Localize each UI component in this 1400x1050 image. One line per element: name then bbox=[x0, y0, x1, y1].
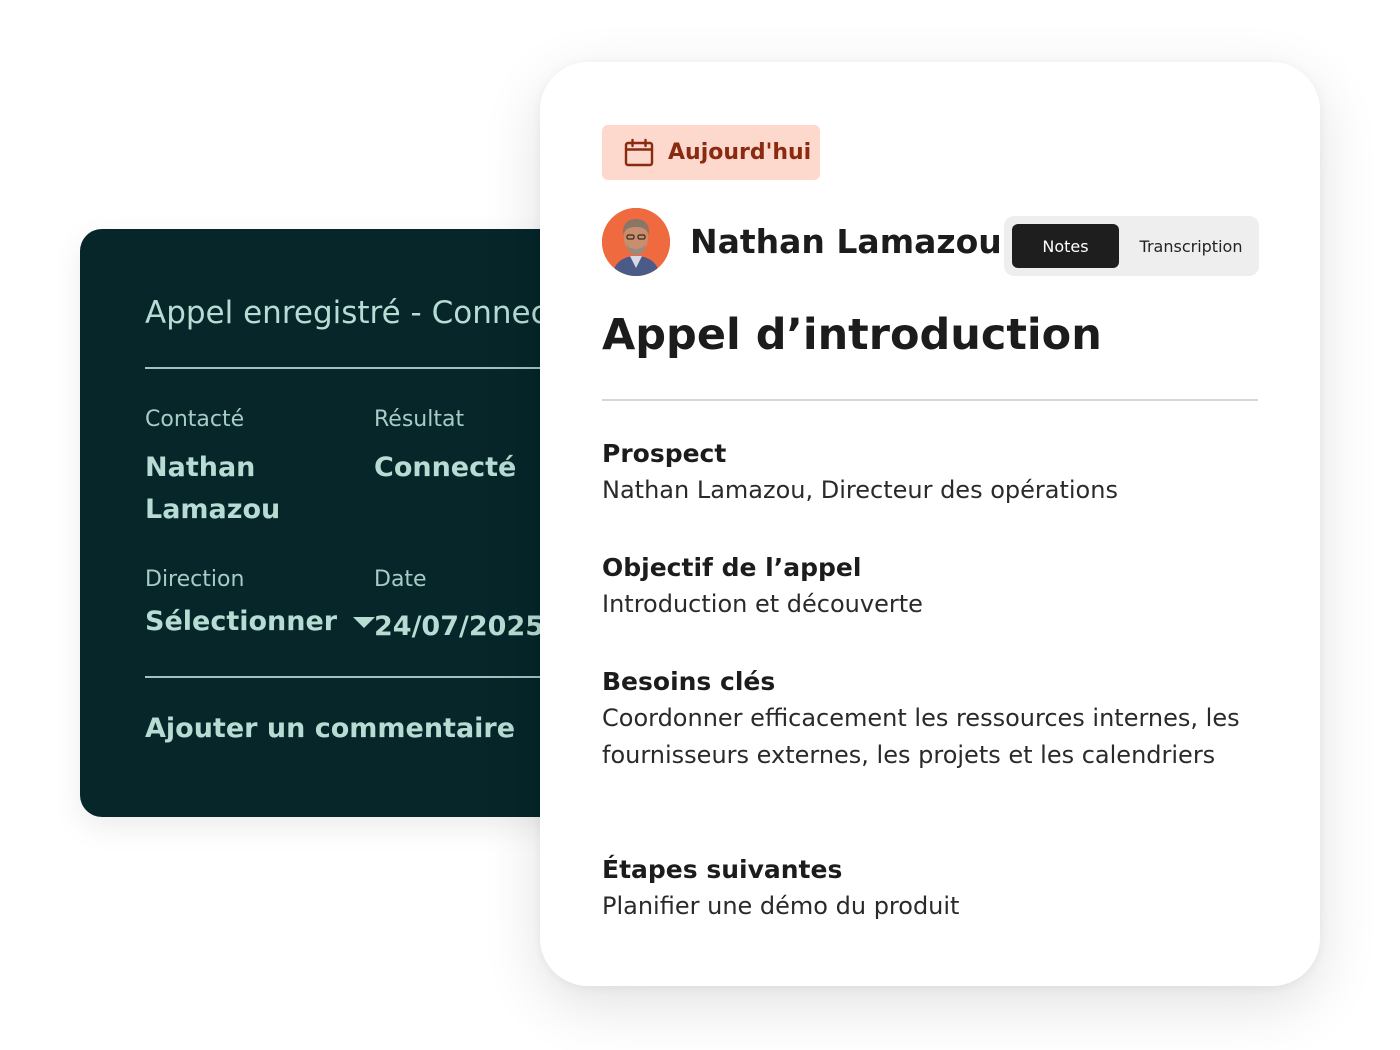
contacted-value[interactable]: Nathan Lamazou bbox=[145, 447, 280, 531]
add-comment-field[interactable]: Ajouter un commentaire bbox=[145, 713, 515, 744]
avatar bbox=[602, 208, 670, 276]
notes-section-key-needs: Besoins clés Coordonner efficacement les… bbox=[602, 664, 1242, 774]
tab-notes[interactable]: Notes bbox=[1012, 224, 1119, 268]
contact-name[interactable]: Nathan Lamazou bbox=[690, 222, 1002, 261]
divider bbox=[145, 676, 600, 678]
date-badge: Aujourd'hui bbox=[602, 125, 820, 180]
section-body: Coordonner efficacement les ressources i… bbox=[602, 704, 1240, 769]
date-label: Date bbox=[374, 567, 427, 592]
date-value[interactable]: 24/07/2025 bbox=[374, 606, 544, 648]
person-avatar-icon bbox=[602, 208, 670, 276]
calendar-icon bbox=[624, 138, 654, 166]
section-heading: Étapes suivantes bbox=[602, 855, 843, 884]
section-heading: Objectif de l’appel bbox=[602, 553, 862, 582]
caret-down-icon bbox=[353, 617, 376, 628]
date-badge-label: Aujourd'hui bbox=[668, 140, 812, 165]
section-body: Nathan Lamazou, Directeur des opérations bbox=[602, 476, 1118, 504]
contacted-last-name: Lamazou bbox=[145, 494, 281, 525]
contacted-label: Contacté bbox=[145, 407, 245, 432]
call-log-card: Appel enregistré - Connecté Contacté Rés… bbox=[80, 229, 600, 817]
tab-transcription[interactable]: Transcription bbox=[1128, 224, 1254, 268]
section-heading: Prospect bbox=[602, 439, 727, 468]
contacted-first-name: Nathan bbox=[145, 452, 256, 483]
section-body: Introduction et découverte bbox=[602, 590, 923, 618]
notes-section-prospect: Prospect Nathan Lamazou, Directeur des o… bbox=[602, 436, 1242, 509]
notes-section-next-steps: Étapes suivantes Planifier une démo du p… bbox=[602, 852, 1242, 925]
call-log-title: Appel enregistré - Connecté bbox=[145, 295, 579, 331]
direction-select-value: Sélectionner bbox=[145, 606, 338, 637]
notes-section-objective: Objectif de l’appel Introduction et déco… bbox=[602, 550, 1242, 623]
direction-select[interactable]: Sélectionner bbox=[145, 606, 376, 637]
call-title: Appel d’introduction bbox=[602, 310, 1102, 360]
direction-label: Direction bbox=[145, 567, 245, 592]
divider bbox=[145, 367, 600, 369]
call-notes-card: Aujourd'hui Nathan Lamazou Notes Transcr… bbox=[540, 62, 1320, 986]
view-tabs: Notes Transcription bbox=[1004, 216, 1259, 276]
result-value[interactable]: Connecté bbox=[374, 447, 516, 489]
divider bbox=[602, 399, 1258, 401]
result-label: Résultat bbox=[374, 407, 465, 432]
section-heading: Besoins clés bbox=[602, 667, 776, 696]
section-body: Planifier une démo du produit bbox=[602, 892, 960, 920]
